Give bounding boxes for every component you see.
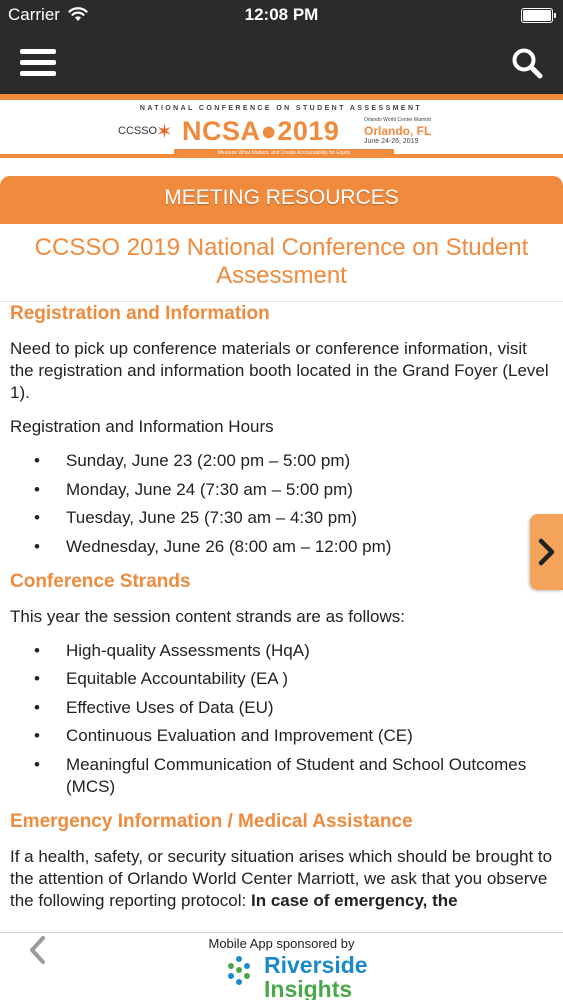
sponsor-name[interactable]: Riverside Insights xyxy=(264,953,368,1000)
banner-title: NCSA●2019 xyxy=(182,116,340,146)
list-item: High-quality Assessments (HqA) xyxy=(10,640,555,662)
riverside-logo-icon xyxy=(228,956,250,985)
list-item: Monday, June 24 (7:30 am – 5:00 pm) xyxy=(10,479,555,501)
registration-intro: Need to pick up conference materials or … xyxy=(10,339,549,402)
section-header: MEETING RESOURCES xyxy=(0,176,563,224)
hours-list: Sunday, June 23 (2:00 pm – 5:00 pm) Mond… xyxy=(10,450,555,558)
strands-intro: This year the session content strands ar… xyxy=(10,606,405,626)
list-item: Equitable Accountability (EA ) xyxy=(10,668,555,690)
banner-venue: Orlando World Center Marriott xyxy=(364,117,431,123)
list-item: Continuous Evaluation and Improvement (C… xyxy=(10,725,555,747)
hours-label: Registration and Information Hours xyxy=(10,417,274,436)
menu-icon[interactable] xyxy=(20,49,56,77)
chevron-right-icon xyxy=(538,538,555,566)
emergency-text-bold: In case of emergency, the xyxy=(250,890,458,910)
list-item: Meaningful Communication of Student and … xyxy=(10,754,555,798)
top-nav-bar xyxy=(0,30,563,94)
star-icon: ✶ xyxy=(156,121,173,143)
battery-icon xyxy=(521,8,556,23)
next-page-button[interactable] xyxy=(530,514,563,590)
banner-tagline: Measure What Matters, and Create Account… xyxy=(174,149,394,158)
conference-banner: NATIONAL CONFERENCE ON STUDENT ASSESSMEN… xyxy=(0,94,563,158)
sponsor-name-line1: Riverside xyxy=(264,952,368,978)
list-item: Wednesday, June 26 (8:00 am – 12:00 pm) xyxy=(10,536,555,558)
list-item: Sunday, June 23 (2:00 pm – 5:00 pm) xyxy=(10,450,555,472)
sponsor-name-line2: Insights xyxy=(264,976,353,1000)
content-area[interactable]: Registration and Information Need to pic… xyxy=(10,302,555,932)
strands-list: High-quality Assessments (HqA) Equitable… xyxy=(10,640,555,798)
banner-city: Orlando, FL xyxy=(364,124,432,138)
status-time: 12:08 PM xyxy=(244,5,319,24)
sponsor-text: Mobile App sponsored by xyxy=(208,936,355,951)
banner-org: CCSSO xyxy=(118,125,158,137)
banner-dates: June 24-26, 2019 xyxy=(364,138,419,145)
registration-heading: Registration and Information xyxy=(10,303,270,324)
list-item: Effective Uses of Data (EU) xyxy=(10,697,555,719)
page-title: CCSSO 2019 National Conference on Studen… xyxy=(0,224,563,302)
banner-top-text: NATIONAL CONFERENCE ON STUDENT ASSESSMEN… xyxy=(139,105,423,112)
strands-heading: Conference Strands xyxy=(10,570,191,592)
footer: Mobile App sponsored by Riverside Insigh… xyxy=(0,932,563,1000)
list-item: Tuesday, June 25 (7:30 am – 4:30 pm) xyxy=(10,507,555,529)
emergency-text: If a health, safety, or security situati… xyxy=(10,846,555,912)
status-bar: Carrier 12:08 PM xyxy=(0,0,563,30)
search-icon[interactable] xyxy=(511,47,543,79)
banner-logo: NATIONAL CONFERENCE ON STUDENT ASSESSMEN… xyxy=(112,103,450,158)
emergency-heading: Emergency Information / Medical Assistan… xyxy=(10,810,413,832)
